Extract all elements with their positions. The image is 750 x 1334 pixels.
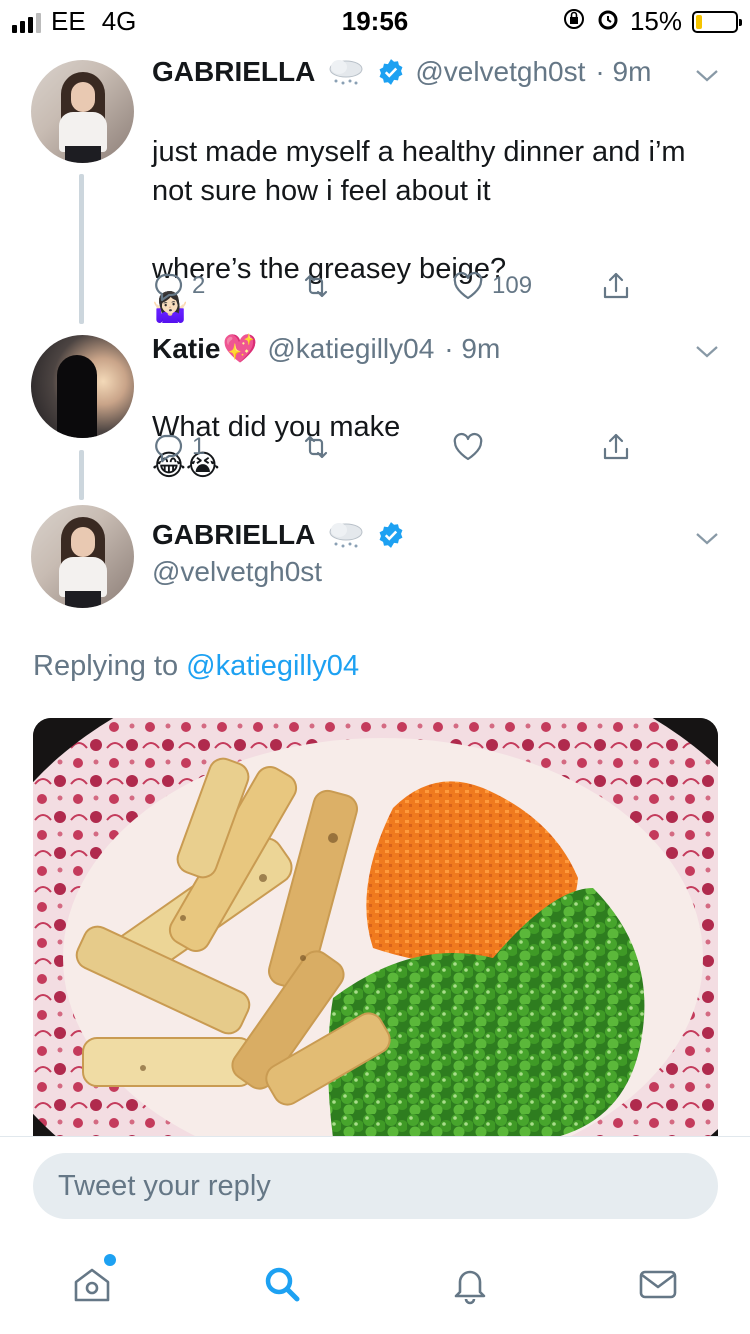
- heart-icon: [453, 271, 483, 300]
- reply-count: 2: [192, 272, 206, 299]
- like-count: 109: [492, 272, 533, 299]
- tweet-text-content: just made myself a healthy dinner and i’…: [152, 136, 686, 285]
- reply-input[interactable]: Tweet your reply: [33, 1153, 718, 1219]
- reply-composer-bar: Tweet your reply: [0, 1136, 750, 1232]
- reply-button[interactable]: 1: [152, 431, 205, 463]
- handle[interactable]: @velvetgh0st: [152, 556, 322, 588]
- share-icon: [603, 272, 629, 299]
- share-button[interactable]: [600, 270, 632, 302]
- retweet-button[interactable]: [300, 431, 332, 463]
- tab-search[interactable]: [252, 1254, 312, 1314]
- sparkling-heart-emoji: 💖: [222, 333, 258, 364]
- retweet-icon: [304, 435, 328, 459]
- tweet-actions: 1: [152, 431, 652, 471]
- tweet-header: Katie 💖 @katiegilly04 · 9m: [152, 332, 500, 365]
- verified-badge-icon: [379, 59, 403, 85]
- battery-fill: [696, 14, 702, 29]
- thread-line: [79, 174, 84, 324]
- search-icon: [265, 1267, 300, 1302]
- alarm-icon: [596, 7, 620, 37]
- thread-line: [79, 450, 84, 500]
- tab-notifications[interactable]: [440, 1254, 500, 1314]
- handle[interactable]: @velvetgh0st: [415, 56, 585, 88]
- status-bar: EE 4G 19:56 15%: [0, 0, 750, 40]
- battery-icon: [692, 10, 742, 33]
- like-button[interactable]: 109: [452, 270, 532, 302]
- avatar[interactable]: [31, 335, 134, 438]
- avatar[interactable]: [31, 60, 134, 163]
- dinner-plate-photo: [33, 718, 718, 1138]
- battery-percent: 15%: [629, 6, 682, 36]
- tweet-photo[interactable]: [33, 718, 718, 1138]
- reply-icon: [155, 434, 183, 463]
- chevron-down-icon[interactable]: [694, 338, 720, 364]
- verified-badge-icon: [379, 522, 403, 548]
- tweet-actions: 2 109: [152, 270, 652, 310]
- reply-count: 1: [192, 433, 206, 460]
- reply-icon: [155, 273, 183, 302]
- bell-icon: [454, 1270, 486, 1305]
- replying-to: Replying to @katiegilly04: [33, 650, 359, 683]
- chevron-down-icon[interactable]: [694, 62, 720, 88]
- heart-icon: [453, 432, 483, 461]
- tab-home[interactable]: [62, 1254, 122, 1314]
- display-name[interactable]: Katie: [152, 333, 220, 365]
- notification-dot: [104, 1254, 116, 1266]
- display-name[interactable]: GABRIELLA: [152, 56, 315, 88]
- reply-button[interactable]: 2: [152, 270, 205, 302]
- retweet-button[interactable]: [300, 270, 332, 302]
- snow-cloud-icon: [329, 60, 363, 85]
- home-icon: [74, 1268, 110, 1302]
- timestamp: · 9m: [444, 332, 501, 364]
- rotation-lock-icon: [562, 7, 586, 37]
- tweet-header: GABRIELLA @velvetgh0st · 9m: [152, 56, 651, 88]
- status-right: 15%: [562, 6, 742, 37]
- tweet-header: GABRIELLA: [152, 519, 405, 551]
- tab-bar: [0, 1232, 750, 1334]
- mail-icon: [639, 1270, 677, 1299]
- like-button[interactable]: [452, 431, 484, 463]
- handle[interactable]: @katiegilly04: [267, 333, 434, 365]
- timestamp: · 9m: [595, 56, 652, 87]
- retweet-icon: [304, 274, 328, 298]
- tab-messages[interactable]: [628, 1254, 688, 1314]
- snow-cloud-icon: [329, 523, 363, 548]
- replying-prefix: Replying to: [33, 650, 179, 682]
- share-icon: [603, 433, 629, 460]
- chevron-down-icon[interactable]: [694, 525, 720, 551]
- mention-link[interactable]: @katiegilly04: [186, 650, 359, 682]
- display-name[interactable]: GABRIELLA: [152, 519, 315, 551]
- avatar[interactable]: [31, 505, 134, 608]
- share-button[interactable]: [600, 431, 632, 463]
